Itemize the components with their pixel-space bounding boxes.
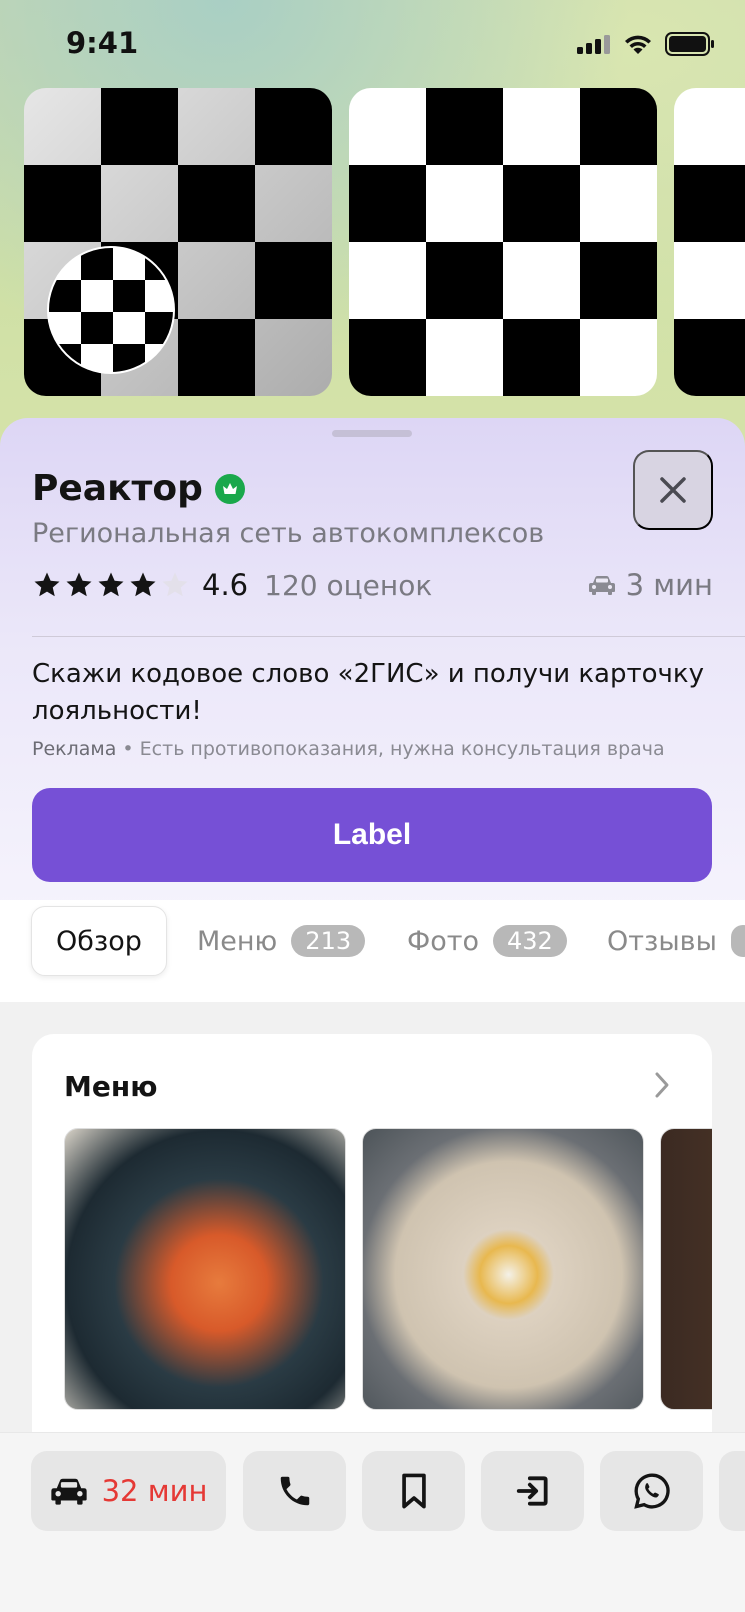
close-icon [660,477,686,503]
whatsapp-button[interactable] [600,1451,703,1531]
promo-text: Скажи кодовое слово «2ГИС» и получи карт… [32,659,705,726]
verified-badge-icon [214,473,245,504]
tab-reviews[interactable]: Отзывы [607,906,745,976]
call-button[interactable] [243,1451,346,1531]
car-icon [588,576,615,595]
primary-action-button[interactable]: Label [32,788,712,882]
phone-icon [280,1476,309,1506]
cellular-signal-icon [577,35,610,54]
place-category: Региональная сеть автокомплексов [32,518,545,549]
route-button[interactable]: 32 мин [31,1451,226,1531]
title-row: Реактор [32,468,245,509]
eta: 3 мин [588,568,713,602]
photo-carousel[interactable] [24,88,745,396]
star-empty-icon [162,572,188,597]
share-button[interactable] [481,1451,584,1531]
menu-item-image[interactable] [362,1128,644,1410]
tab-label: Меню [197,925,278,957]
tab-label: Фото [407,925,480,957]
ad-disclaimer: Реклама • Есть противопоказания, нужна к… [32,738,665,760]
tab-photos[interactable]: Фото 432 [407,906,567,976]
star-filled-icon [66,572,92,597]
gallery-photo[interactable] [674,88,745,396]
ad-label: Реклама [32,738,117,760]
tab-label: Отзывы [607,925,717,957]
close-button[interactable] [633,450,713,530]
ad-note: • Есть противопоказания, нужна консульта… [116,738,665,760]
battery-icon [665,32,714,56]
tab-menu[interactable]: Меню 213 [197,906,366,976]
whatsapp-icon [633,1473,670,1509]
bookmark-icon [401,1473,426,1509]
menu-items-carousel[interactable] [64,1128,712,1428]
eta-value: 3 мин [625,568,713,602]
rating-row[interactable]: 4.6 120 оценок [32,568,432,602]
star-filled-icon [98,572,124,597]
status-bar: 9:41 [0,0,745,90]
menu-item-image[interactable] [64,1128,346,1410]
sheet-grabber[interactable] [332,430,412,437]
place-sheet: Реактор Региональная сеть автокомплексов… [0,418,745,908]
gallery-photo[interactable] [24,88,332,396]
tab-bar: Обзор Меню 213 Фото 432 Отзывы [0,900,745,1002]
menu-item-image[interactable] [660,1128,712,1410]
tab-label: Обзор [56,925,142,957]
tab-overview[interactable]: Обзор [31,906,167,976]
bookmark-button[interactable] [362,1451,465,1531]
wifi-icon [625,35,651,54]
gallery-photo[interactable] [349,88,657,396]
menu-card-title: Меню [64,1070,158,1103]
car-icon [50,1478,87,1505]
more-button[interactable] [719,1451,745,1531]
rating-value: 4.6 [202,568,249,602]
status-time: 9:41 [66,26,139,60]
place-title: Реактор [32,468,203,509]
reviews-count: 120 оценок [264,568,433,602]
star-filled-icon [34,572,60,597]
menu-card[interactable]: Меню [32,1034,712,1454]
bottom-action-bar: 32 мин [0,1432,745,1612]
star-filled-icon [130,572,156,597]
drive-time: 32 мин [101,1474,208,1508]
tab-count-badge [730,925,745,957]
status-icons [577,32,715,56]
enter-icon [516,1476,548,1506]
tab-count-badge: 432 [493,925,567,957]
tab-count-badge: 213 [291,925,366,957]
chevron-right-icon[interactable] [652,1070,672,1104]
rating-stars [32,570,190,600]
place-logo [47,246,175,374]
divider [32,636,745,637]
